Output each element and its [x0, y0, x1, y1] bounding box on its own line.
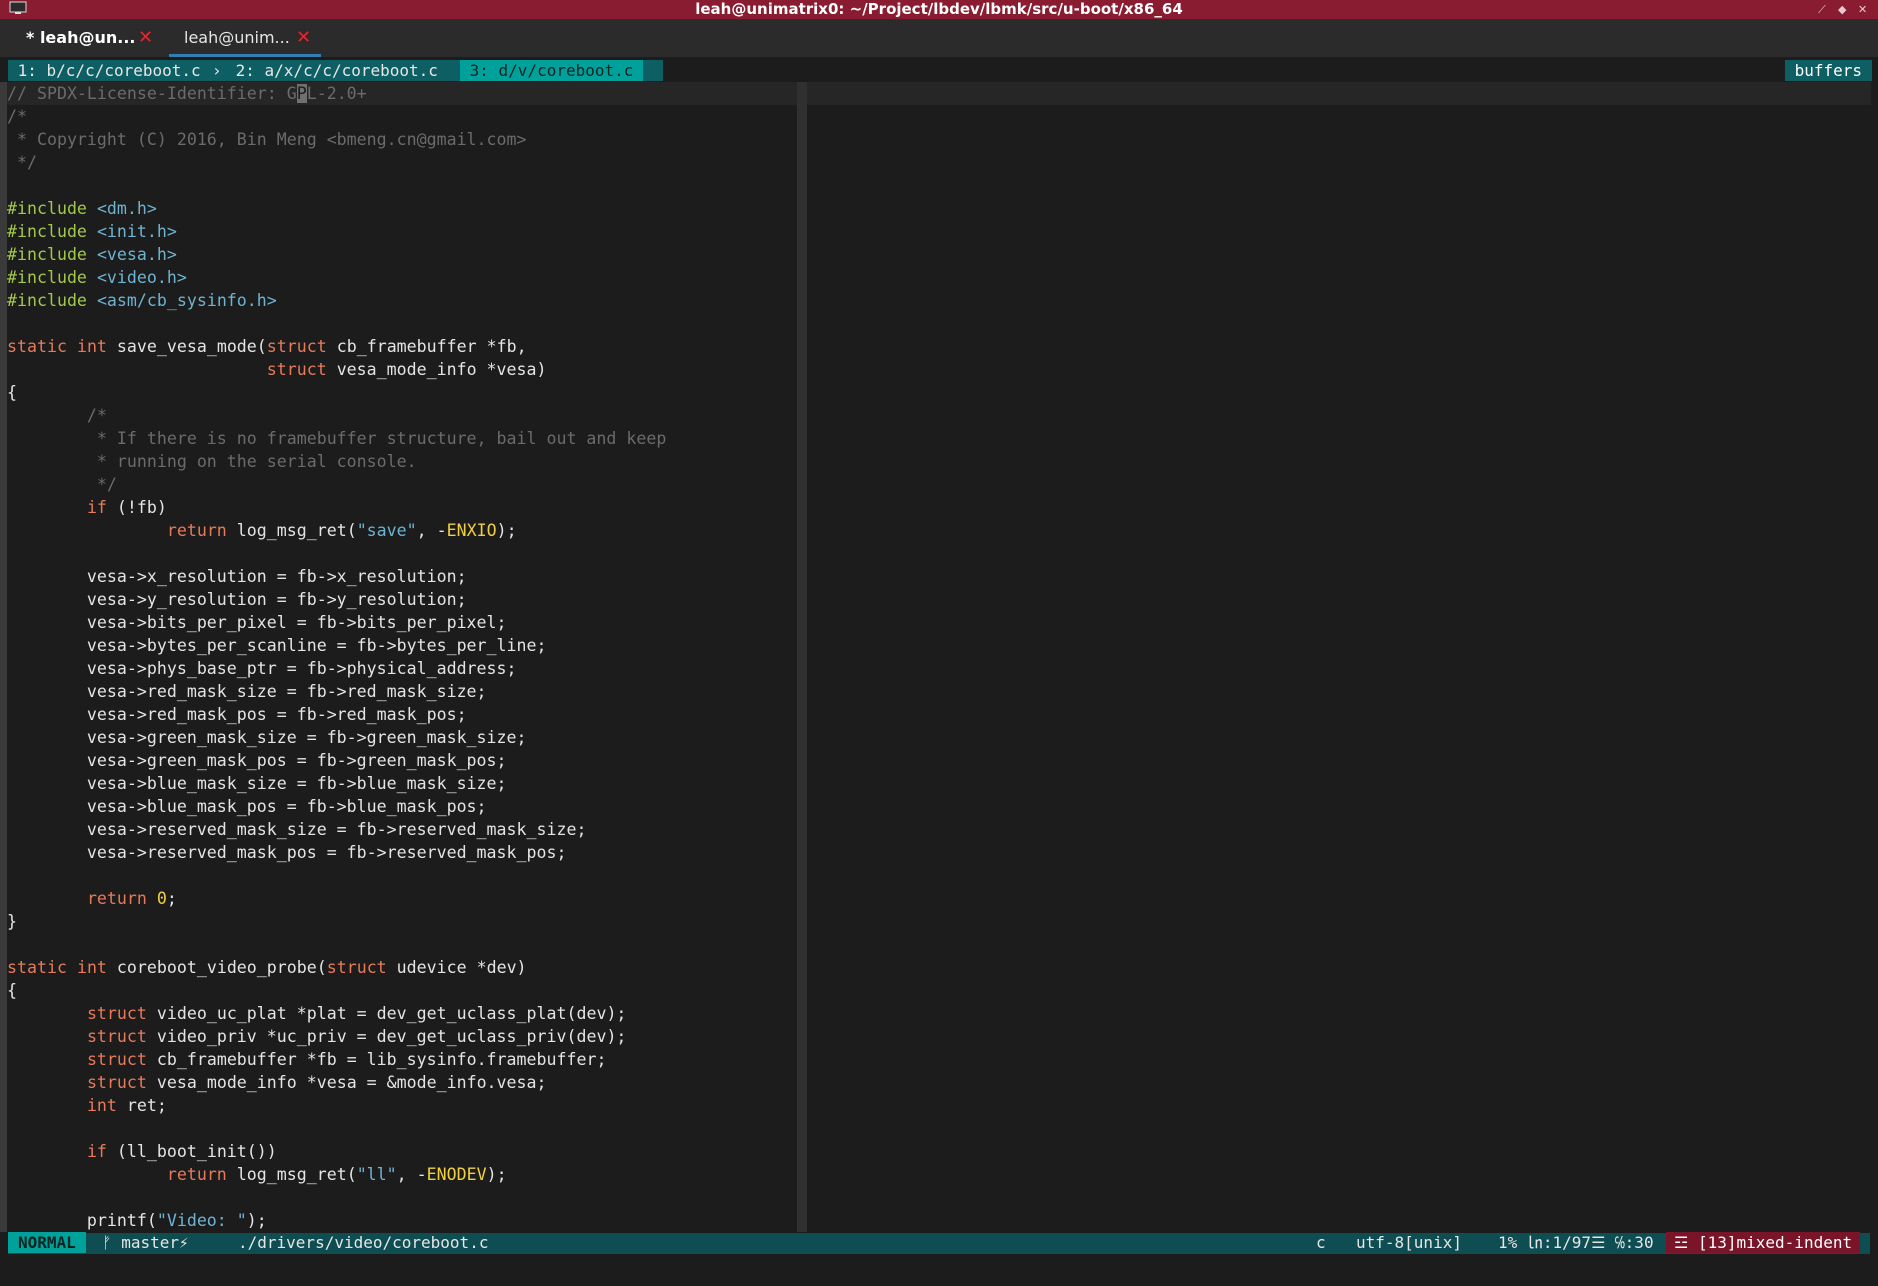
code-line: vesa->x_resolution = fb->x_resolution;	[7, 567, 467, 586]
code-line: // SPDX-License-Identifier: GPL-2.0+	[7, 84, 367, 103]
code-line: vesa->bits_per_pixel = fb->bits_per_pixe…	[7, 613, 507, 632]
buffer-tab-3[interactable]: 3: d/v/coreboot.c	[460, 60, 644, 81]
code-line: #include <video.h>	[7, 268, 187, 287]
code-line: return log_msg_ret("save", -ENXIO);	[166, 521, 517, 540]
code-line: #include <vesa.h>	[7, 245, 177, 264]
code-line: struct video_uc_plat *plat = dev_get_ucl…	[86, 1004, 627, 1023]
code-line: vesa->reserved_mask_size = fb->reserved_…	[7, 820, 587, 839]
code-line: /*	[7, 107, 27, 126]
code-line: {	[7, 981, 17, 1000]
code-line: */	[7, 153, 37, 172]
code-line: struct video_priv *uc_priv = dev_get_ucl…	[86, 1027, 627, 1046]
title-bar: leah@unimatrix0: ~/Project/lbdev/lbmk/sr…	[0, 0, 1878, 19]
code-pane[interactable]: // SPDX-License-Identifier: GPL-2.0+ /* *…	[7, 82, 797, 1232]
terminal-tab-2[interactable]: leah@unim... ✕	[184, 19, 311, 57]
empty-pane[interactable]	[807, 82, 1878, 1232]
close-window-icon[interactable]: ✕	[1858, 0, 1867, 19]
window-title: leah@unimatrix0: ~/Project/lbdev/lbmk/sr…	[695, 0, 1183, 18]
terminal-icon	[9, 1, 27, 14]
code-line: vesa->bytes_per_scanline = fb->bytes_per…	[7, 636, 547, 655]
file-path: ./drivers/video/coreboot.c	[238, 1233, 489, 1252]
cursor-position: 1% ㏑:1/97☰ ℅:30	[1498, 1233, 1654, 1252]
terminal-tab-bar: * leah@un... ✕ leah@unim... ✕	[0, 19, 1878, 57]
left-gutter	[0, 82, 7, 1232]
buffer-list: 1: b/c/c/coreboot.c › 2: a/x/c/c/coreboo…	[8, 60, 663, 81]
close-icon[interactable]: ✕	[296, 19, 311, 57]
tab-label: leah@unim...	[184, 28, 290, 47]
whitespace-warning: ☲ [13]mixed-indent	[1666, 1232, 1861, 1253]
code-line: printf("Video: ");	[7, 1211, 267, 1230]
code-line: vesa->red_mask_pos = fb->red_mask_pos;	[7, 705, 467, 724]
split-divider[interactable]	[797, 82, 807, 1232]
code-line: struct vesa_mode_info *vesa = &mode_info…	[86, 1073, 547, 1092]
editor-area: // SPDX-License-Identifier: GPL-2.0+ /* *…	[0, 82, 1878, 1232]
mode-indicator: NORMAL	[8, 1232, 86, 1253]
code-line: static int coreboot_video_probe(struct u…	[7, 958, 527, 977]
chevron-right-icon: ›	[212, 61, 222, 80]
buffer-tab-2[interactable]: 2: a/x/c/c/coreboot.c	[226, 60, 448, 81]
code-line: #include <asm/cb_sysinfo.h>	[7, 291, 277, 310]
buffer-tab-1[interactable]: 1: b/c/c/coreboot.c	[8, 60, 210, 81]
code-line: vesa->green_mask_size = fb->green_mask_s…	[7, 728, 527, 747]
code-line: if (ll_boot_init())	[86, 1142, 277, 1161]
terminal-tab-1[interactable]: * leah@un... ✕	[26, 19, 153, 57]
code-line: * Copyright (C) 2016, Bin Meng <bmeng.cn…	[7, 130, 527, 149]
code-line: }	[7, 912, 17, 931]
code-line: #include <init.h>	[7, 222, 177, 241]
code-line: * If there is no framebuffer structure, …	[7, 429, 667, 448]
minimize-icon[interactable]: ⟋	[1818, 0, 1826, 19]
filetype: c	[1316, 1233, 1326, 1252]
code-line: struct cb_framebuffer *fb = lib_sysinfo.…	[86, 1050, 607, 1069]
code-line: #include <dm.h>	[7, 199, 157, 218]
code-line: struct vesa_mode_info *vesa)	[266, 360, 547, 379]
code-line: return log_msg_ret("ll", -ENODEV);	[166, 1165, 507, 1184]
git-branch: ᚠ master⚡	[102, 1233, 189, 1252]
code-line: vesa->phys_base_ptr = fb->physical_addre…	[7, 659, 517, 678]
code-line: if (!fb)	[86, 498, 167, 517]
code-line: vesa->green_mask_pos = fb->green_mask_po…	[7, 751, 507, 770]
code-line: vesa->blue_mask_size = fb->blue_mask_siz…	[7, 774, 507, 793]
code-line: vesa->reserved_mask_pos = fb->reserved_m…	[7, 843, 567, 862]
code-line: vesa->red_mask_size = fb->red_mask_size;	[7, 682, 487, 701]
code-line: return 0;	[86, 889, 177, 908]
buffer-line: 1: b/c/c/coreboot.c › 2: a/x/c/c/coreboo…	[0, 57, 1878, 82]
code-line: /*	[7, 406, 107, 425]
code-line: static int save_vesa_mode(struct cb_fram…	[7, 337, 527, 356]
status-line: NORMAL ᚠ master⚡ ./drivers/video/coreboo…	[0, 1232, 1878, 1255]
code-line: {	[7, 383, 17, 402]
code-line: vesa->blue_mask_pos = fb->blue_mask_pos;	[7, 797, 487, 816]
tab-label: * leah@un...	[26, 28, 136, 47]
code-line: */	[7, 475, 117, 494]
file-encoding: utf-8[unix]	[1356, 1233, 1462, 1252]
code-line: int ret;	[86, 1096, 167, 1115]
command-line[interactable]	[0, 1255, 1878, 1286]
close-icon[interactable]: ✕	[138, 19, 153, 57]
maximize-icon[interactable]: ◆	[1838, 0, 1846, 19]
code-line: vesa->y_resolution = fb->y_resolution;	[7, 590, 467, 609]
buffers-label: buffers	[1784, 60, 1872, 81]
code-line: * running on the serial console.	[7, 452, 417, 471]
